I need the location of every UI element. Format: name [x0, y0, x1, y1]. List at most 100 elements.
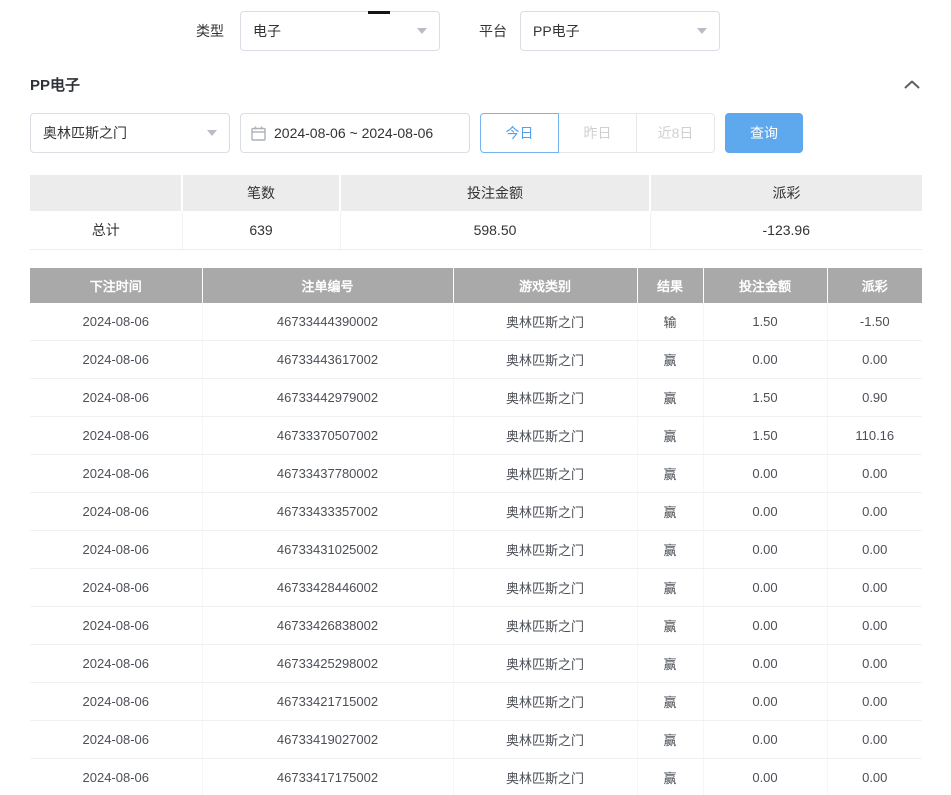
table-row: 2024-08-0646733417175002奥林匹斯之门赢0.000.00 [30, 759, 922, 795]
table-row: 2024-08-0646733443617002奥林匹斯之门赢0.000.00 [30, 341, 922, 379]
bet-amount-cell: 0.00 [703, 683, 827, 721]
bet-time-cell: 2024-08-06 [30, 379, 202, 417]
collapse-section-button[interactable] [902, 78, 922, 91]
result-cell: 赢 [637, 569, 703, 607]
bet-amount-cell: 0.00 [703, 607, 827, 645]
payout-cell: 110.16 [827, 417, 922, 455]
date-range-picker[interactable]: 2024-08-06 ~ 2024-08-06 [240, 113, 470, 153]
payout-cell: 0.00 [827, 645, 922, 683]
summary-header-count: 笔数 [182, 175, 340, 211]
summary-count-value: 639 [182, 211, 340, 249]
bet-records-table: 下注时间 注单编号 游戏类别 结果 投注金额 派彩 2024-08-064673… [30, 268, 922, 795]
bet-amount-cell: 0.00 [703, 721, 827, 759]
table-row: 2024-08-0646733428446002奥林匹斯之门赢0.000.00 [30, 569, 922, 607]
game-select[interactable]: 奥林匹斯之门 [30, 113, 230, 153]
date-range-value: 2024-08-06 ~ 2024-08-06 [274, 125, 433, 141]
order-id-cell: 46733437780002 [202, 455, 453, 493]
order-id-cell: 46733370507002 [202, 417, 453, 455]
yesterday-button[interactable]: 昨日 [558, 113, 637, 153]
order-id-cell: 46733442979002 [202, 379, 453, 417]
query-row: 奥林匹斯之门 2024-08-06 ~ 2024-08-06 今日 昨日 近8日… [30, 113, 922, 153]
header-game-category: 游戏类别 [453, 268, 637, 303]
payout-cell: 0.00 [827, 531, 922, 569]
table-row: 2024-08-0646733433357002奥林匹斯之门赢0.000.00 [30, 493, 922, 531]
bet-amount-cell: 0.00 [703, 569, 827, 607]
game-category-cell: 奥林匹斯之门 [453, 759, 637, 795]
payout-cell: 0.00 [827, 759, 922, 795]
platform-select[interactable]: PP电子 [520, 11, 720, 51]
top-filter-bar: 类型 电子 平台 PP电子 [30, 11, 922, 51]
bet-amount-cell: 0.00 [703, 759, 827, 795]
section-header: PP电子 [30, 75, 922, 93]
table-row: 2024-08-0646733425298002奥林匹斯之门赢0.000.00 [30, 645, 922, 683]
bet-amount-cell: 0.00 [703, 531, 827, 569]
calendar-icon [251, 126, 266, 141]
game-category-cell: 奥林匹斯之门 [453, 569, 637, 607]
game-category-cell: 奥林匹斯之门 [453, 455, 637, 493]
table-row: 2024-08-0646733437780002奥林匹斯之门赢0.000.00 [30, 455, 922, 493]
section-title: PP电子 [30, 74, 80, 95]
game-category-cell: 奥林匹斯之门 [453, 531, 637, 569]
summary-payout-value: -123.96 [650, 211, 922, 249]
today-button[interactable]: 今日 [480, 113, 559, 153]
payout-cell: 0.00 [827, 341, 922, 379]
bet-time-cell: 2024-08-06 [30, 341, 202, 379]
game-category-cell: 奥林匹斯之门 [453, 417, 637, 455]
result-cell: 输 [637, 303, 703, 341]
header-bet-amount: 投注金额 [703, 268, 827, 303]
order-id-cell: 46733421715002 [202, 683, 453, 721]
result-cell: 赢 [637, 683, 703, 721]
game-category-cell: 奥林匹斯之门 [453, 341, 637, 379]
order-id-cell: 46733443617002 [202, 341, 453, 379]
type-select-value: 电子 [253, 21, 281, 41]
result-cell: 赢 [637, 645, 703, 683]
bet-amount-cell: 0.00 [703, 455, 827, 493]
order-id-cell: 46733426838002 [202, 607, 453, 645]
summary-header-payout: 派彩 [650, 175, 922, 211]
result-cell: 赢 [637, 493, 703, 531]
last-8-days-button[interactable]: 近8日 [636, 113, 715, 153]
top-black-bar [368, 11, 390, 14]
payout-cell: 0.90 [827, 379, 922, 417]
game-category-cell: 奥林匹斯之门 [453, 645, 637, 683]
summary-header-row: 笔数 投注金额 派彩 [30, 175, 922, 211]
bet-time-cell: 2024-08-06 [30, 303, 202, 341]
game-category-cell: 奥林匹斯之门 [453, 607, 637, 645]
table-row: 2024-08-0646733421715002奥林匹斯之门赢0.000.00 [30, 683, 922, 721]
bet-amount-cell: 0.00 [703, 645, 827, 683]
game-category-cell: 奥林匹斯之门 [453, 721, 637, 759]
summary-header-blank [30, 175, 182, 211]
payout-cell: 0.00 [827, 607, 922, 645]
bet-amount-cell: 1.50 [703, 379, 827, 417]
bet-amount-cell: 0.00 [703, 341, 827, 379]
bet-time-cell: 2024-08-06 [30, 569, 202, 607]
summary-table: 笔数 投注金额 派彩 总计 639 598.50 -123.96 [30, 175, 922, 250]
payout-cell: 0.00 [827, 493, 922, 531]
table-row: 2024-08-0646733444390002奥林匹斯之门输1.50-1.50 [30, 303, 922, 341]
type-select[interactable]: 电子 [240, 11, 440, 51]
payout-cell: 0.00 [827, 455, 922, 493]
game-category-cell: 奥林匹斯之门 [453, 683, 637, 721]
summary-header-bet-amount: 投注金额 [340, 175, 650, 211]
bet-time-cell: 2024-08-06 [30, 721, 202, 759]
table-row: 2024-08-0646733426838002奥林匹斯之门赢0.000.00 [30, 607, 922, 645]
chevron-up-icon [904, 80, 920, 89]
chevron-down-icon [207, 130, 217, 136]
header-bet-time: 下注时间 [30, 268, 202, 303]
summary-total-label: 总计 [30, 211, 182, 249]
payout-cell: -1.50 [827, 303, 922, 341]
order-id-cell: 46733425298002 [202, 645, 453, 683]
summary-total-row: 总计 639 598.50 -123.96 [30, 211, 922, 249]
bet-time-cell: 2024-08-06 [30, 759, 202, 795]
chevron-down-icon [417, 28, 427, 34]
result-cell: 赢 [637, 531, 703, 569]
bet-amount-cell: 0.00 [703, 493, 827, 531]
order-id-cell: 46733444390002 [202, 303, 453, 341]
header-payout: 派彩 [827, 268, 922, 303]
bet-time-cell: 2024-08-06 [30, 683, 202, 721]
bet-time-cell: 2024-08-06 [30, 493, 202, 531]
page-content: 类型 电子 平台 PP电子 PP电子 奥林匹斯之门 [0, 11, 951, 795]
search-button[interactable]: 查询 [725, 113, 803, 153]
result-cell: 赢 [637, 759, 703, 795]
table-row: 2024-08-0646733431025002奥林匹斯之门赢0.000.00 [30, 531, 922, 569]
